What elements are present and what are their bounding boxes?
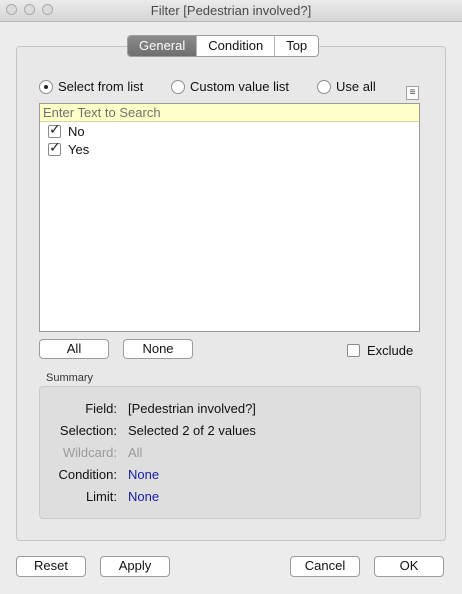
tab-condition[interactable]: Condition <box>196 36 274 56</box>
tab-top[interactable]: Top <box>274 36 318 56</box>
summary-condition-link[interactable]: None <box>128 467 159 482</box>
radio-label-custom-value-list: Custom value list <box>190 79 289 94</box>
ok-button[interactable]: OK <box>374 556 444 577</box>
list-item[interactable]: Yes <box>48 140 90 157</box>
title-bar: Filter [Pedestrian involved?] <box>0 0 462 22</box>
cancel-button[interactable]: Cancel <box>290 556 360 577</box>
summary-selection-key: Selection: <box>59 423 117 438</box>
select-none-button[interactable]: None <box>123 339 193 359</box>
exclude-checkbox[interactable]: Exclude <box>347 343 413 358</box>
reset-button[interactable]: Reset <box>16 556 86 577</box>
summary-selection-value: Selected 2 of 2 values <box>128 423 256 438</box>
radio-unselected-icon[interactable] <box>171 79 185 94</box>
list-menu-icon[interactable]: ≡ <box>406 86 419 100</box>
search-input[interactable]: Enter Text to Search <box>40 104 419 122</box>
list-item-label: No <box>68 124 85 139</box>
list-item[interactable]: No <box>48 122 85 139</box>
select-all-button[interactable]: All <box>39 339 109 359</box>
apply-button[interactable]: Apply <box>100 556 170 577</box>
radio-selected-icon[interactable] <box>39 79 53 94</box>
tab-general[interactable]: General <box>128 36 197 56</box>
summary-limit-link[interactable]: None <box>128 489 159 504</box>
summary-limit-key: Limit: <box>85 489 117 504</box>
summary-field-key: Field: <box>85 401 117 416</box>
summary-heading: Summary <box>46 372 94 384</box>
radio-use-all[interactable]: Use all <box>317 79 376 94</box>
list-item-label: Yes <box>68 142 90 157</box>
radio-label-select-from-list: Select from list <box>58 79 144 94</box>
summary-box: Field: [Pedestrian involved?] Selection:… <box>39 386 421 519</box>
tab-bar: General Condition Top <box>127 35 320 57</box>
summary-wildcard-value: All <box>128 445 143 460</box>
radio-label-use-all: Use all <box>336 79 376 94</box>
value-list: Enter Text to Search No Yes <box>39 103 420 332</box>
checkbox-unchecked-icon[interactable] <box>347 344 360 357</box>
exclude-label: Exclude <box>367 343 414 358</box>
radio-unselected-icon[interactable] <box>317 79 331 94</box>
checkbox-checked-icon[interactable] <box>48 140 61 156</box>
summary-wildcard-key: Wildcard: <box>62 445 117 460</box>
radio-custom-value-list[interactable]: Custom value list <box>171 79 289 94</box>
checkbox-checked-icon[interactable] <box>48 122 61 138</box>
summary-field-value: [Pedestrian involved?] <box>128 401 256 416</box>
radio-select-from-list[interactable]: Select from list <box>39 79 143 94</box>
window-title: Filter [Pedestrian involved?] <box>150 3 312 18</box>
summary-condition-key: Condition: <box>58 467 117 482</box>
